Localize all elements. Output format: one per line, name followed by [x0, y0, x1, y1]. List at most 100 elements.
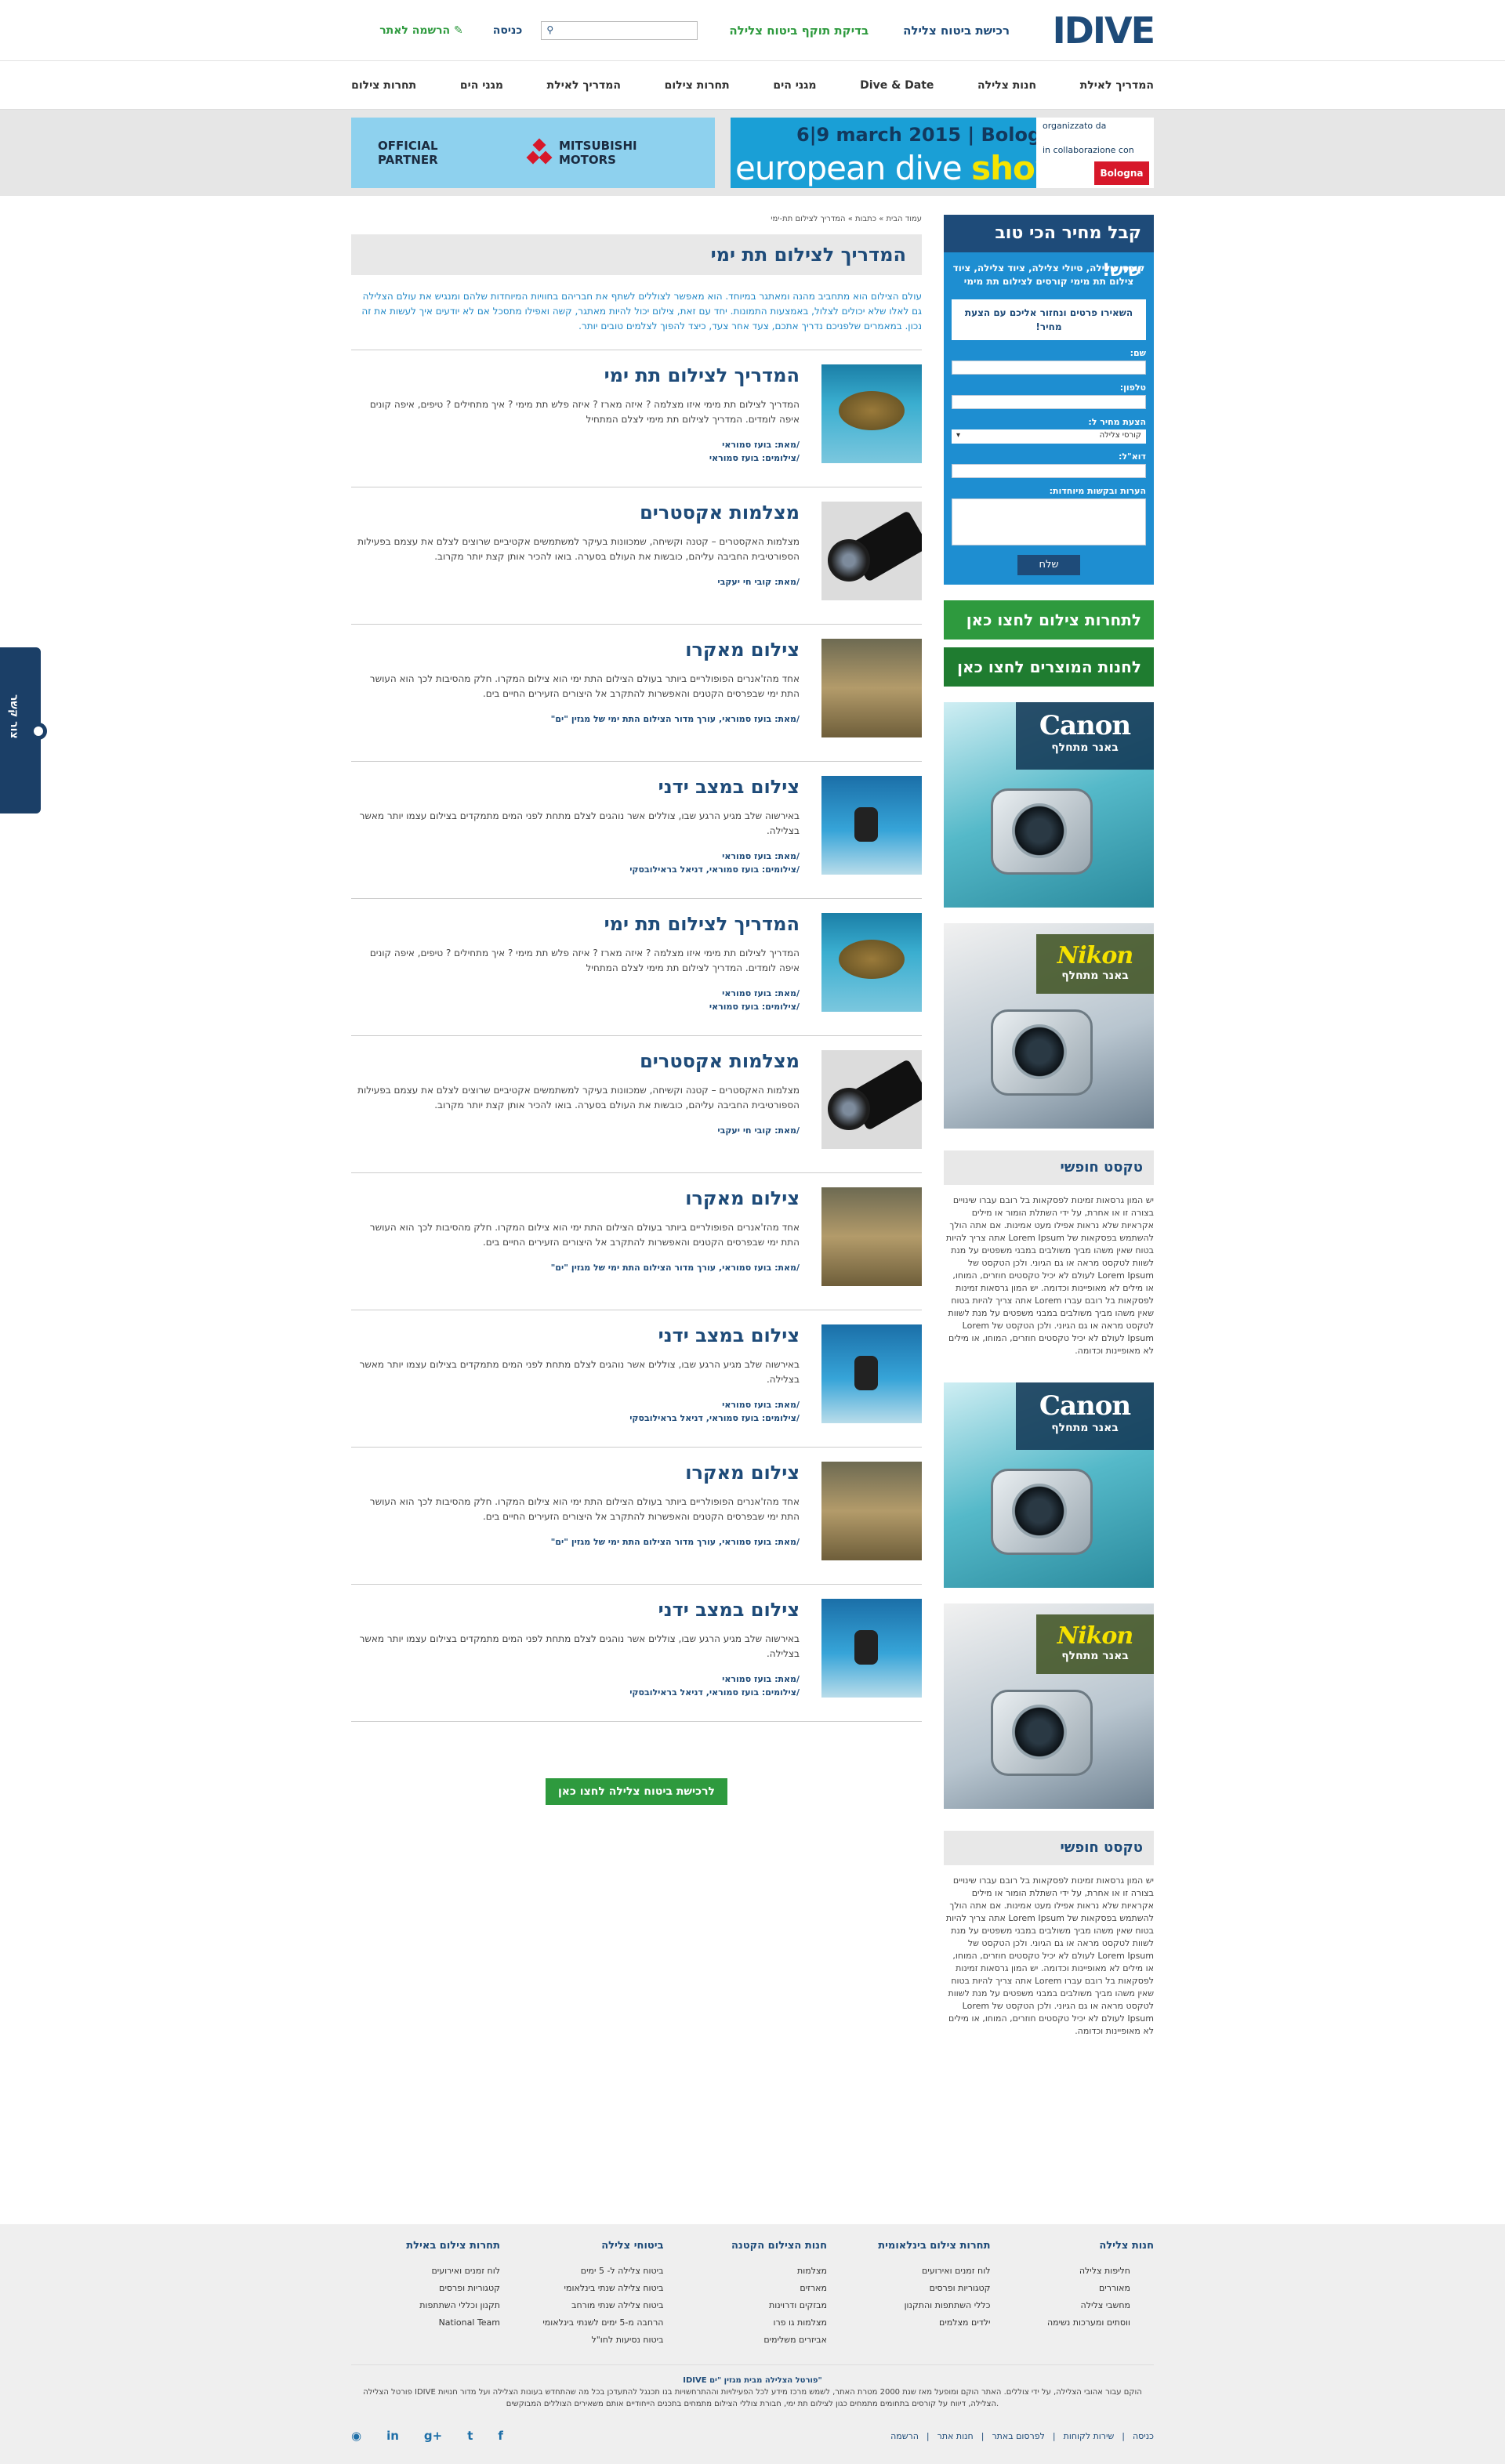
- footer-link[interactable]: הרשמה: [890, 2431, 919, 2441]
- canon-banner[interactable]: Canon באנר מתחלף: [944, 1382, 1154, 1588]
- nav-item[interactable]: מגני הים: [773, 79, 816, 92]
- article-thumbnail[interactable]: [821, 364, 922, 463]
- name-field[interactable]: [952, 361, 1146, 375]
- social-icon[interactable]: ◉: [351, 2429, 361, 2443]
- article-item[interactable]: צילום מאקרו אחד מהז'אנרים הפופולריים ביות…: [351, 624, 922, 761]
- article-title[interactable]: המדריך לצילום תת ימי: [351, 364, 800, 386]
- footer-link[interactable]: ביטוח צלילה שנתי מורחב: [515, 2297, 663, 2314]
- twitter-icon[interactable]: t: [467, 2429, 473, 2443]
- footer-link[interactable]: מאוררים: [1005, 2280, 1154, 2297]
- nikon-banner[interactable]: Nikon באנר מתחלף: [944, 1603, 1154, 1809]
- article-item[interactable]: המדריך לצילום תת ימי המדריך לצילום תת מימ…: [351, 898, 922, 1035]
- contact-tab[interactable]: צור קשר: [0, 647, 47, 813]
- footer-link[interactable]: ביטוח צלילה שנתי בינלאומי: [515, 2280, 664, 2297]
- article-title[interactable]: מצלמות אקסטרים: [351, 1050, 800, 1072]
- article-thumbnail[interactable]: [821, 1324, 922, 1423]
- nav-item[interactable]: מגני הים: [460, 79, 503, 92]
- footer-link[interactable]: מצלמות גו פרו: [678, 2314, 827, 2332]
- canon-banner[interactable]: Canon באנר מתחלף: [944, 702, 1154, 908]
- article-thumbnail[interactable]: [821, 502, 922, 600]
- dive-show-banner[interactable]: 6|9 march 2015 | Bologna/Italy european …: [731, 118, 1154, 188]
- footer-link[interactable]: לפרסום באתר: [992, 2431, 1044, 2441]
- footer-link[interactable]: כללי השתתפות והתקנון: [842, 2297, 991, 2314]
- article-item[interactable]: מצלמות אקסטרים מצלמות האקסטרים – קטנה וקש…: [351, 487, 922, 624]
- footer-link[interactable]: חליפות צלילה: [1005, 2263, 1154, 2280]
- article-item[interactable]: צילום מאקרו אחד מהז'אנרים הפופולריים ביות…: [351, 1172, 922, 1310]
- search-input[interactable]: ⚲: [541, 21, 698, 40]
- nav-item[interactable]: תחרות צילום: [351, 79, 416, 92]
- edit-icon: ✎: [450, 24, 463, 37]
- footer-link[interactable]: מצלמות: [678, 2263, 827, 2280]
- article-thumbnail[interactable]: [821, 1599, 922, 1698]
- footer-link[interactable]: אביזרים משלימים: [678, 2332, 827, 2349]
- article-thumbnail[interactable]: [821, 639, 922, 737]
- footer-link[interactable]: קטגוריות ופרסים: [842, 2280, 991, 2297]
- article-item[interactable]: מצלמות אקסטרים מצלמות האקסטרים – קטנה וקש…: [351, 1035, 922, 1172]
- email-field[interactable]: [952, 464, 1146, 478]
- footer-link[interactable]: כניסה: [1133, 2431, 1154, 2441]
- nav-item[interactable]: המדריך לאילת: [1080, 79, 1154, 92]
- article-thumbnail[interactable]: [821, 776, 922, 875]
- footer-column-title[interactable]: תחרות צילום בינלאומית: [842, 2240, 990, 2252]
- buy-insurance-button[interactable]: לרכישת ביטוח צלילה לחצו כאן: [546, 1778, 727, 1805]
- facebook-icon[interactable]: f: [498, 2429, 503, 2443]
- nav-item[interactable]: Dive & Date: [860, 79, 934, 92]
- article-item[interactable]: צילום מאקרו אחד מהז'אנרים הפופולריים ביות…: [351, 1447, 922, 1584]
- nav-item[interactable]: המדריך לאילת: [547, 79, 621, 92]
- article-item[interactable]: צילום במצב ידני באירשוה שלב מגיע הרגע שבו…: [351, 1310, 922, 1447]
- nav-item[interactable]: תחרות צילום: [665, 79, 730, 92]
- footer-link[interactable]: ילדים מצלמים: [842, 2314, 990, 2332]
- login-link[interactable]: כניסה: [493, 24, 523, 37]
- breadcrumb[interactable]: עמוד הבית » כתבות » המדריך לצילום תת-ימי: [351, 215, 922, 223]
- footer-link[interactable]: National Team: [351, 2314, 500, 2332]
- buy-insurance-link[interactable]: רכישת ביטוח צלילה: [903, 24, 1010, 38]
- mitsubishi-banner[interactable]: OFFICIAL PARTNER MITSUBISHI MOTORS: [351, 118, 715, 188]
- footer-column-title[interactable]: חנות צלילה: [1005, 2240, 1154, 2252]
- article-title[interactable]: המדריך לצילום תת ימי: [351, 913, 800, 935]
- register-link[interactable]: ✎ הרשמה לאתר: [379, 24, 463, 37]
- nikon-banner[interactable]: Nikon באנר מתחלף: [944, 923, 1154, 1129]
- article-thumbnail[interactable]: [821, 1462, 922, 1560]
- nav-item[interactable]: חנות צלילה: [977, 79, 1036, 92]
- footer-link[interactable]: לוח זמנים ואירועים: [351, 2263, 500, 2280]
- logo[interactable]: IDIVE: [1036, 9, 1155, 52]
- footer-link[interactable]: מבזקים ודרוינות: [678, 2297, 827, 2314]
- footer-link[interactable]: מחשבי צלילה: [1005, 2297, 1154, 2314]
- article-title[interactable]: צילום במצב ידני: [351, 1324, 800, 1346]
- footer-link[interactable]: תקנון וכללי השתתפות: [351, 2297, 500, 2314]
- article-thumbnail[interactable]: [821, 1050, 922, 1149]
- footer-column-title[interactable]: ביטוחי צלילה: [515, 2240, 663, 2252]
- photo-contest-button[interactable]: לתחרות צילום לחצו כאן: [944, 600, 1154, 640]
- article-item[interactable]: צילום במצב ידני באירשוה שלב מגיע הרגע שבו…: [351, 761, 922, 898]
- linkedin-icon[interactable]: in: [386, 2429, 399, 2443]
- footer-link[interactable]: הרחבה מ-5 ימים לשנתי בינלאומי: [515, 2314, 663, 2332]
- footer-link[interactable]: חנות אתר: [937, 2431, 974, 2441]
- check-insurance-link[interactable]: בדיקת תוקף ביטוח צלילה: [729, 24, 869, 38]
- article-title[interactable]: צילום מאקרו: [351, 1187, 800, 1209]
- article-item[interactable]: המדריך לצילום תת ימי המדריך לצילום תת מימ…: [351, 350, 922, 487]
- footer-link[interactable]: לוח זמנים ואירועים: [842, 2263, 991, 2280]
- footer-link[interactable]: קטגוריות ופרסים: [351, 2280, 500, 2297]
- product-store-button[interactable]: לחנות המוצרים לחצו כאן: [944, 647, 1154, 687]
- notes-field[interactable]: [952, 498, 1146, 545]
- article-title[interactable]: מצלמות אקסטרים: [351, 502, 800, 524]
- canon-badge: Canon באנר מתחלף: [1016, 1382, 1154, 1450]
- article-title[interactable]: צילום מאקרו: [351, 1462, 800, 1484]
- footer-link[interactable]: ווסתים ומערכות נשימה: [1005, 2314, 1154, 2332]
- article-thumbnail[interactable]: [821, 913, 922, 1012]
- footer-column-title[interactable]: חנות הצילום הקטנה: [678, 2240, 827, 2252]
- google-plus-icon[interactable]: g+: [424, 2429, 442, 2443]
- phone-field[interactable]: [952, 395, 1146, 409]
- footer-link[interactable]: ביטוח צלילה ל- 5 ימים: [515, 2263, 664, 2280]
- footer-link[interactable]: שירות לקוחות: [1064, 2431, 1115, 2441]
- article-title[interactable]: צילום במצב ידני: [351, 776, 800, 798]
- article-item[interactable]: צילום במצב ידני באירשוה שלב מגיע הרגע שבו…: [351, 1584, 922, 1721]
- send-button[interactable]: שלח: [1017, 555, 1080, 575]
- footer-link[interactable]: ביטוח נסיעות לחו"ל: [515, 2332, 664, 2349]
- offer-select[interactable]: קורסי צלילה: [952, 429, 1146, 444]
- article-title[interactable]: צילום במצב ידני: [351, 1599, 800, 1621]
- article-title[interactable]: צילום מאקרו: [351, 639, 800, 661]
- article-thumbnail[interactable]: [821, 1187, 922, 1286]
- footer-column-title[interactable]: תחרות צילום באילת: [351, 2240, 500, 2252]
- footer-link[interactable]: מארזים: [678, 2280, 827, 2297]
